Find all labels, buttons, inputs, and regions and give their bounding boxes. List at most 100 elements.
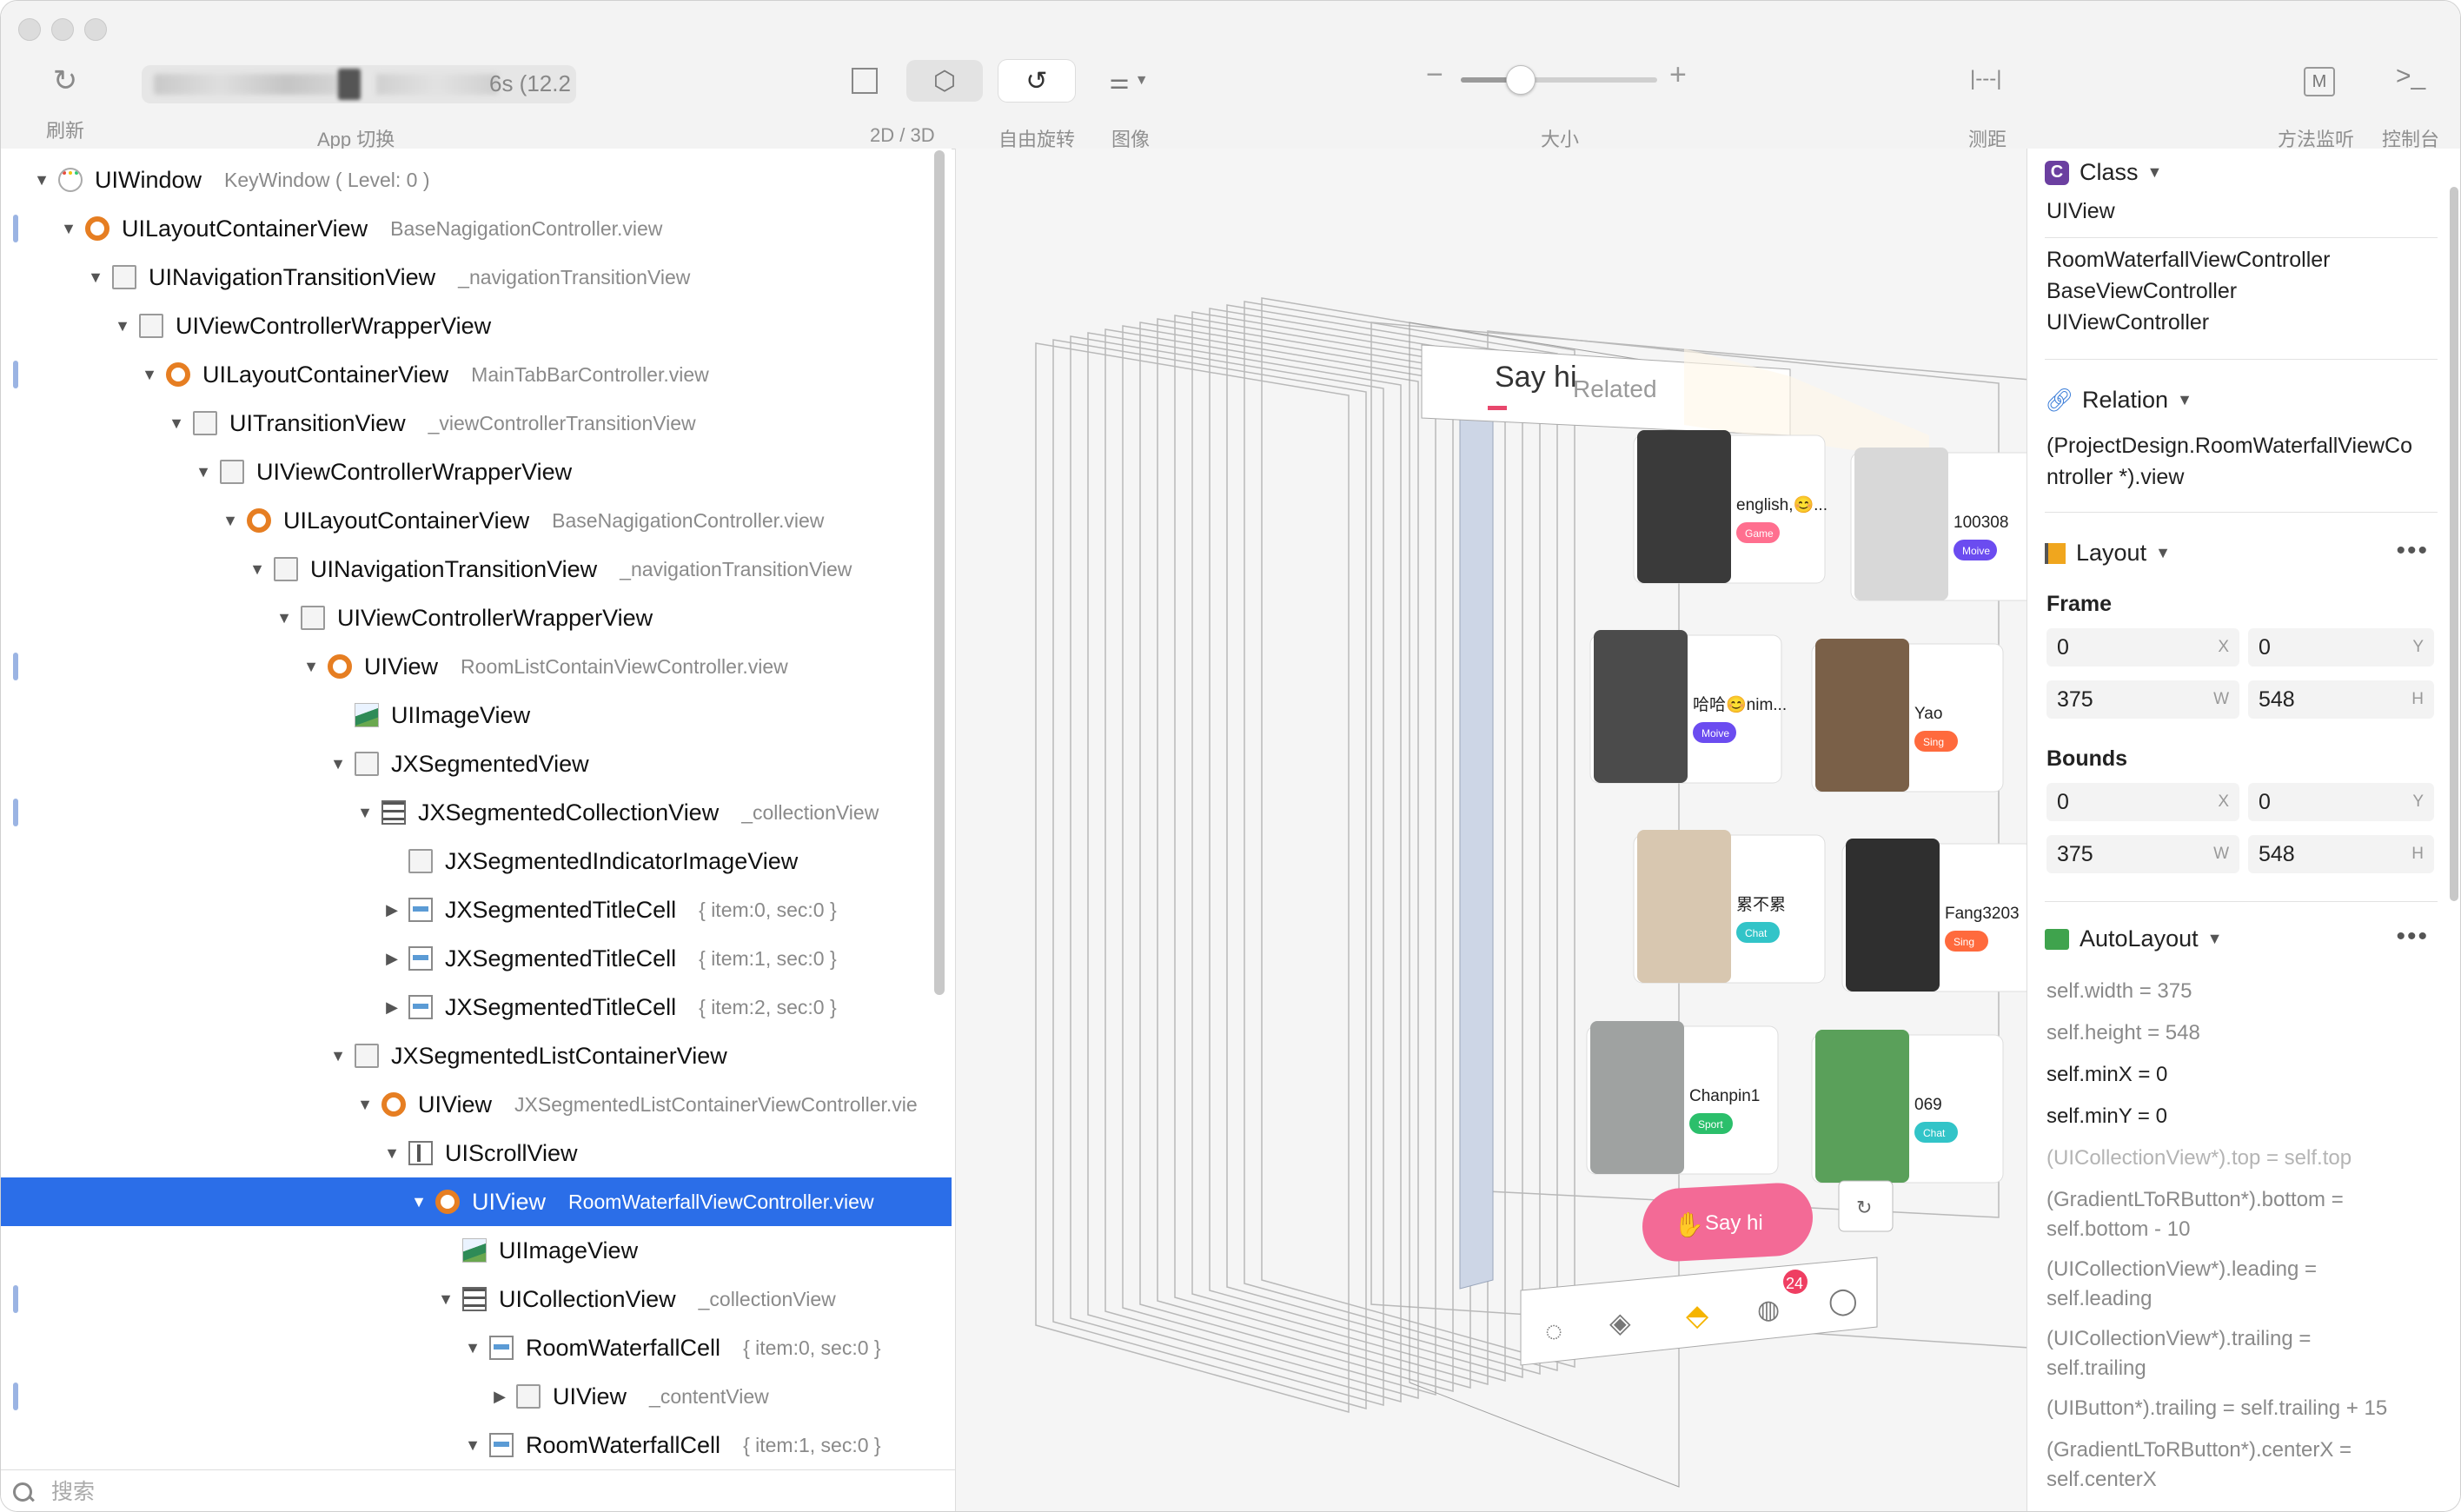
3d-canvas[interactable]: Say hi Related english,😊... Game 100308 Moi… [955,149,2027,1511]
close-window-button[interactable] [18,18,41,41]
disclosure-expanded-icon[interactable]: ▼ [219,512,242,530]
frame-y-field[interactable]: 0Y [2248,628,2434,666]
tree-row[interactable]: ▼ UINavigationTransitionView _navigationTr… [1,253,952,302]
disclosure-expanded-icon[interactable]: ▼ [300,658,322,676]
room-card[interactable]: 069 Chat [1811,1030,2004,1184]
layout-more-icon[interactable]: ••• [2396,536,2429,566]
disclosure-expanded-icon[interactable]: ▼ [461,1436,484,1455]
tree-row[interactable]: ▶ UIView _contentView [1,1372,952,1421]
disclosure-expanded-icon[interactable]: ▼ [327,755,349,773]
search-input[interactable] [50,1478,835,1506]
refresh-button[interactable]: ↻ 刷新 [46,55,84,143]
tree-row[interactable]: ▼ JXSegmentedCollectionView _collectionVie… [1,788,952,837]
disclosure-expanded-icon[interactable]: ▼ [192,463,215,481]
disclosure-collapsed-icon[interactable]: ▶ [381,998,403,1017]
room-card[interactable]: Chanpin1 Sport [1586,1021,1779,1175]
tree-row[interactable]: ▼ UIViewControllerWrapperView [1,302,952,350]
disclosure-expanded-icon[interactable]: ▼ [165,414,188,433]
bounds-h-field[interactable]: 548 H [2248,835,2434,873]
party-tab-icon[interactable]: ⬘ [1686,1299,1709,1332]
tree-row[interactable]: UIImageView [1,1226,952,1275]
frame-w-field[interactable]: 375 W [2046,680,2239,719]
zoom-out-icon[interactable]: − [1426,58,1443,92]
tree-row[interactable]: ▼ UILayoutContainerView MainTabBarControll… [1,350,952,399]
measure-icon[interactable]: |---| [1970,67,2001,91]
app-switch-field[interactable]: 6s (12.2 [142,65,576,103]
tree-row[interactable]: ▶ JXSegmentedTitleCell { item:1, sec:0 } [1,934,952,983]
disclosure-collapsed-icon[interactable]: ▶ [381,901,403,919]
disclosure-expanded-icon[interactable]: ▼ [246,560,269,579]
bounds-y-field[interactable]: 0Y [2248,783,2434,821]
room-card[interactable]: 哈哈😊nim... Moive [1589,630,1787,784]
tree-row[interactable]: ▶ JXSegmentedTitleCell { item:0, sec:0 } [1,885,952,934]
tree-row[interactable]: ▼ UIView RoomListContainViewController.vie… [1,642,952,691]
disclosure-collapsed-icon[interactable]: ▶ [488,1388,511,1406]
autolayout-section-header[interactable]: AutoLayout ▼ [2045,925,2222,952]
size-slider-knob[interactable] [1505,65,1536,95]
relation-section-header[interactable]: 🔗︎ Relation ▼ [2045,387,2192,414]
zoom-in-icon[interactable]: + [1669,58,1687,92]
tree-row[interactable]: ▼ UIView JXSegmentedListContainerViewContr… [1,1080,952,1129]
tree-row[interactable]: ▼ RoomWaterfallCell { item:0, sec:0 } [1,1323,952,1372]
disclosure-expanded-icon[interactable]: ▼ [138,366,161,384]
room-card[interactable]: english,😊... Game [1633,430,1828,584]
tree-row[interactable]: ▼ UILayoutContainerView BaseNagigationCont… [1,204,952,253]
tree-row[interactable]: ▼ UIScrollView [1,1129,952,1177]
disclosure-expanded-icon[interactable]: ▼ [408,1193,430,1211]
frame-h-field[interactable]: 548 H [2248,680,2434,719]
size-slider[interactable] [1461,65,1657,95]
tree-row[interactable]: ▶ JXSegmentedTitleCell { item:2, sec:0 } [1,983,952,1031]
disclosure-expanded-icon[interactable]: ▼ [273,609,295,627]
profile-tab-icon[interactable]: ◯ [1828,1287,1858,1316]
room-card[interactable]: Yao Sing [1811,639,2004,792]
disclosure-collapsed-icon[interactable]: ▶ [381,950,403,968]
console-icon[interactable]: >_ [2396,62,2425,91]
tree-row[interactable]: ▼ UIWindow KeyWindow ( Level: 0 ) [1,156,952,204]
disclosure-expanded-icon[interactable]: ▼ [327,1047,349,1065]
tree-row[interactable]: ▼ JXSegmentedView [1,739,952,788]
disclosure-expanded-icon[interactable]: ▼ [30,171,53,189]
disclosure-expanded-icon[interactable]: ▼ [461,1339,484,1357]
layout-section-header[interactable]: Layout ▼ [2045,540,2171,567]
tree-row[interactable]: ▼ UITransitionView _viewControllerTransiti… [1,399,952,448]
2d-view-button[interactable] [826,60,903,102]
image-options-button[interactable]: ⚌ ▼ [1094,60,1164,102]
tree-row[interactable]: UIImageView [1,691,952,739]
disclosure-expanded-icon[interactable]: ▼ [84,269,107,287]
room-card[interactable]: 100308 Moive [1850,448,2027,601]
class-section-header[interactable]: C Class ▼ [2045,159,2162,186]
tree-row[interactable]: ▼ JXSegmentedListContainerView [1,1031,952,1080]
tree-row[interactable]: JXSegmentedIndicatorImageView [1,837,952,885]
inspector-scrollbar[interactable] [2450,187,2458,901]
tree-row[interactable]: ▼ UICollectionView _collectionView [1,1275,952,1323]
frame-x-field[interactable]: 0X [2046,628,2239,666]
tree-row[interactable]: ▼ UIViewControllerWrapperView [1,594,952,642]
related-tab[interactable]: Related [1573,375,1657,402]
3d-view-button[interactable]: ⬡ [906,60,983,102]
tree-row[interactable]: ▼ RoomWaterfallCell { item:1, sec:0 } [1,1421,952,1469]
zoom-window-button[interactable] [84,18,107,41]
discover-tab-icon[interactable]: ◈ [1609,1307,1631,1338]
message-tab-icon[interactable]: ◍ [1757,1296,1780,1324]
room-card[interactable]: Fang3203 Sing [1841,839,2027,992]
disclosure-expanded-icon[interactable]: ▼ [354,1096,376,1114]
tree-scrollbar[interactable] [934,150,945,995]
method-monitor-icon[interactable]: M [2304,67,2335,96]
autolayout-more-icon[interactable]: ••• [2396,922,2429,952]
home-tab-icon[interactable]: ◌ [1545,1315,1562,1348]
room-card[interactable]: 累不累 Chat [1633,830,1826,984]
free-rotate-button[interactable]: ↺ [998,60,1075,102]
disclosure-expanded-icon[interactable]: ▼ [354,804,376,822]
bounds-x-field[interactable]: 0X [2046,783,2239,821]
minimize-window-button[interactable] [51,18,74,41]
tree-row[interactable]: ▼ UINavigationTransitionView _navigationTr… [1,545,952,594]
disclosure-expanded-icon[interactable]: ▼ [57,220,80,238]
tree-row[interactable]: ▼ UIViewControllerWrapperView [1,448,952,496]
disclosure-expanded-icon[interactable]: ▼ [111,317,134,335]
disclosure-expanded-icon[interactable]: ▼ [381,1144,403,1163]
tree-row[interactable]: ▼ UILayoutContainerView BaseNagigationCont… [1,496,952,545]
tree-row[interactable]: ▼ UIView RoomWaterfallViewController.view [1,1177,952,1226]
disclosure-expanded-icon[interactable]: ▼ [434,1290,457,1309]
bounds-w-field[interactable]: 375 W [2046,835,2239,873]
say-hi-tab[interactable]: Say hi [1495,361,1577,394]
